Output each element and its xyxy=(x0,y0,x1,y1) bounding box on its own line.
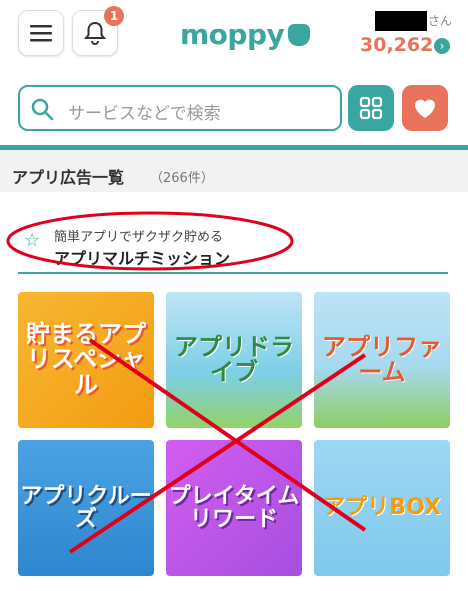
chevron-right-icon[interactable]: › xyxy=(434,38,450,54)
tile-app-box[interactable]: アプリBOX xyxy=(314,440,450,576)
tile-label: 貯まるアプリスペシャル xyxy=(26,320,146,399)
tile-app-drive[interactable]: アプリドライブ xyxy=(166,292,302,428)
search-icon xyxy=(31,98,54,121)
search-box[interactable]: サービスなどで検索 xyxy=(18,85,342,131)
moppy-logo[interactable]: moppy xyxy=(180,18,311,51)
tile-label: プレイタイムリワード xyxy=(168,483,300,532)
redacted-username xyxy=(375,11,427,31)
logo-mascot-icon xyxy=(288,24,311,46)
points-value: 30,262 xyxy=(360,34,434,56)
category-grid-icon xyxy=(359,96,383,120)
heart-icon xyxy=(415,99,435,118)
menu-button[interactable] xyxy=(18,10,64,56)
notification-badge: 1 xyxy=(104,6,124,26)
favorite-button[interactable] xyxy=(402,85,448,131)
hamburger-menu-icon xyxy=(30,25,52,42)
points-display[interactable]: 30,262P xyxy=(360,34,444,56)
category-subtitle: 簡単アプリでザクザク貯める xyxy=(54,230,224,245)
category-underline xyxy=(18,272,448,274)
tile-label: アプリクルーズ xyxy=(20,483,152,532)
star-icon[interactable]: ☆ xyxy=(24,230,40,251)
tile-app-cruise[interactable]: アプリクルーズ xyxy=(18,440,154,576)
tile-chokinapuri-special[interactable]: 貯まるアプリスペシャル xyxy=(18,292,154,428)
bell-icon xyxy=(84,21,106,45)
app-header: 1 moppy さん 30,262P › xyxy=(0,0,468,72)
tile-label: アプリドライブ xyxy=(174,332,294,386)
tile-app-farm[interactable]: アプリファーム xyxy=(314,292,450,428)
search-placeholder: サービスなどで検索 xyxy=(68,104,221,124)
tile-label: アプリファーム xyxy=(322,332,442,386)
user-suffix: さん xyxy=(428,14,453,28)
logo-text: moppy xyxy=(180,18,285,51)
section-count: （266件） xyxy=(150,171,214,186)
category-title[interactable]: アプリマルチミッション xyxy=(54,245,230,269)
category-button[interactable] xyxy=(348,85,394,131)
section-title: アプリ広告一覧 xyxy=(12,168,125,187)
tile-label: アプリBOX xyxy=(323,495,441,521)
tile-playtime-reward[interactable]: プレイタイムリワード xyxy=(166,440,302,576)
